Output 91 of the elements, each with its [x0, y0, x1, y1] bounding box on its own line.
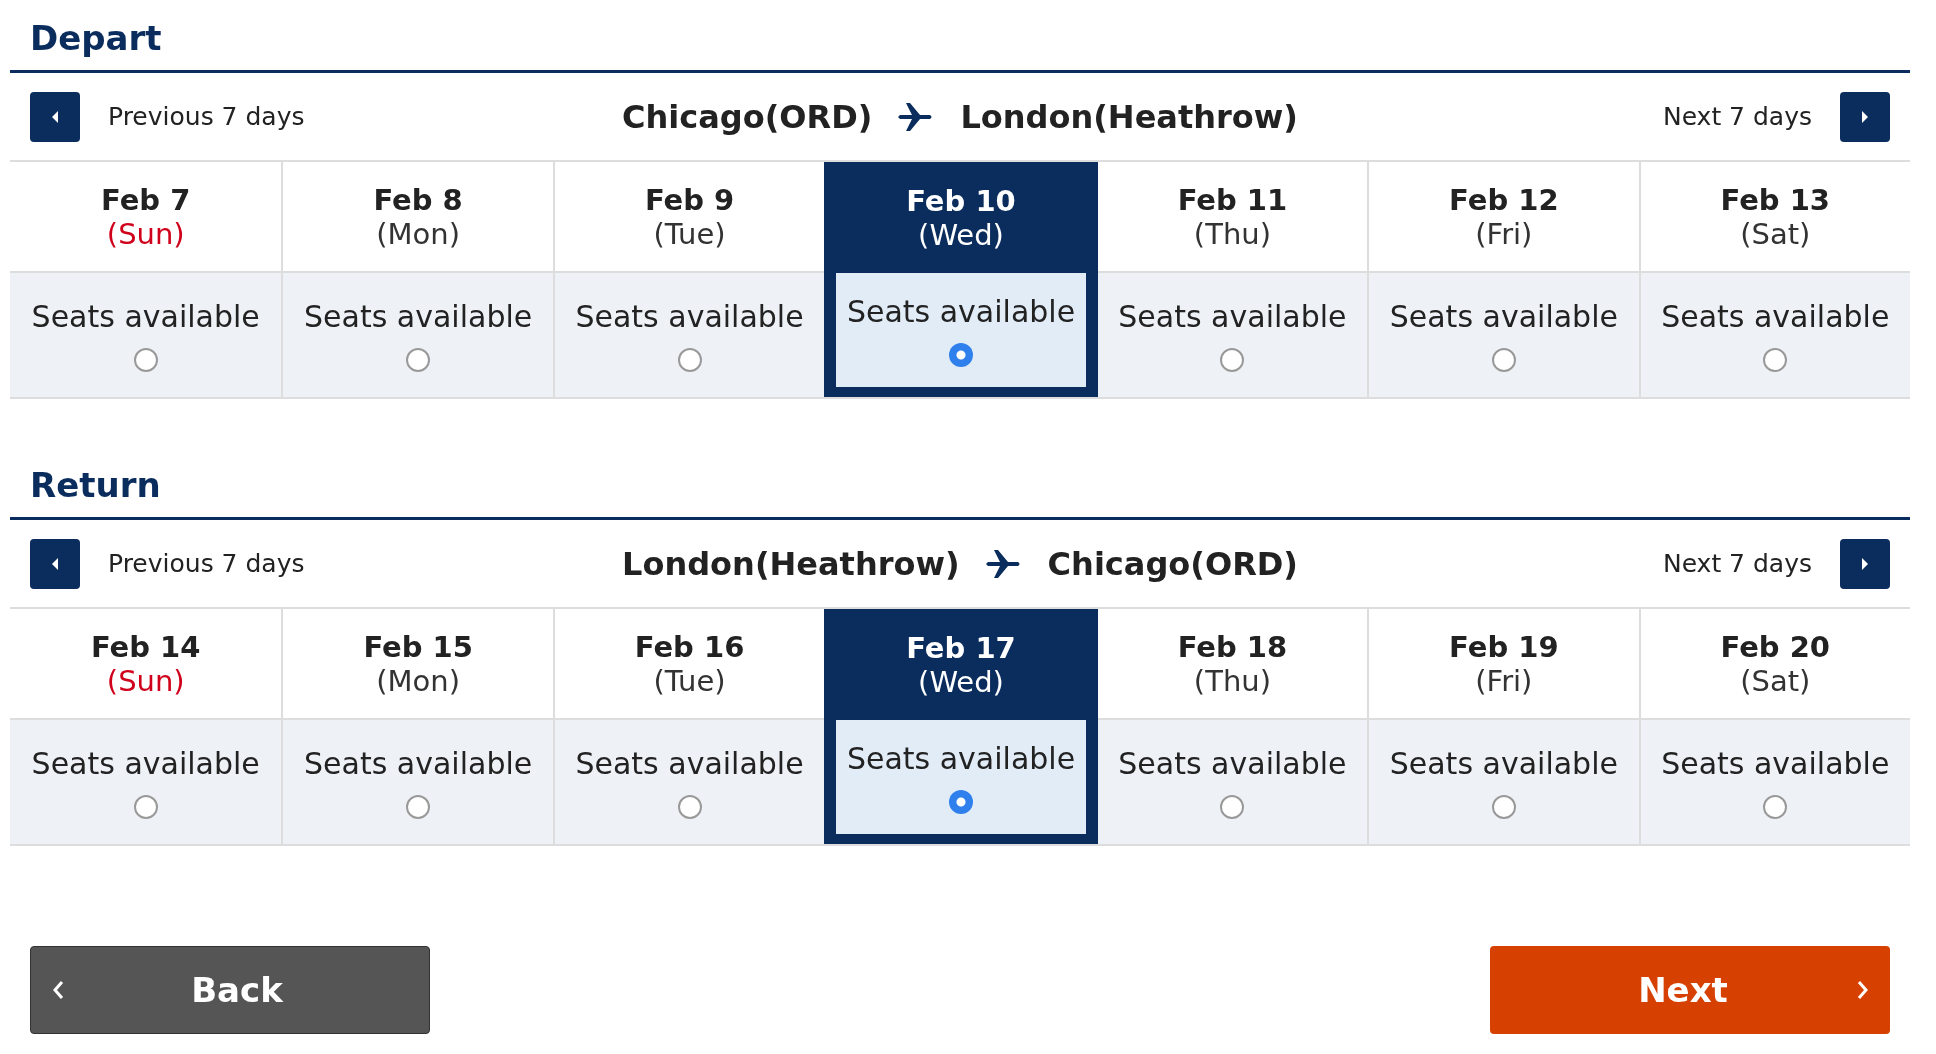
weekday-label: (Mon) [376, 663, 460, 698]
seat-option[interactable]: Seats available [283, 720, 553, 844]
seat-option[interactable]: Seats available [554, 273, 825, 397]
destination-city: London(Heathrow) [960, 97, 1298, 136]
availability-label: Seats available [304, 745, 533, 781]
seat-option[interactable]: Seats available [1097, 720, 1368, 844]
radio-button[interactable] [133, 794, 158, 819]
date-label: Feb 14 [90, 629, 201, 664]
availability-label: Seats available [575, 745, 804, 781]
seat-option[interactable]: Seats available [1640, 720, 1910, 844]
availability-label: Seats available [1661, 298, 1890, 334]
radio-button[interactable] [1220, 794, 1245, 819]
origin-city: London(Heathrow) [622, 544, 960, 583]
weekday-label: (Sat) [1740, 216, 1811, 251]
right-triangle-icon [1859, 555, 1871, 572]
next-button[interactable] [1840, 91, 1890, 142]
availability-label: Seats available [1389, 298, 1618, 334]
next-link[interactable]: Next 7 days [1662, 549, 1812, 578]
radio-button[interactable] [1220, 347, 1245, 372]
seat-option[interactable]: Seats available [283, 273, 553, 397]
weekday-label: (Thu) [1193, 663, 1271, 698]
seat-option[interactable]: Seats available [836, 720, 1086, 834]
date-label: Feb 15 [363, 629, 473, 664]
previous-button[interactable] [30, 538, 80, 589]
weekday-label: (Tue) [653, 216, 726, 251]
destination-city: Chicago(ORD) [1047, 544, 1298, 583]
radio-button[interactable] [949, 342, 973, 367]
availability-label: Seats available [1389, 745, 1618, 781]
availability-label: Seats available [1118, 298, 1347, 334]
availability-label: Seats available [846, 740, 1076, 776]
airplane-icon [985, 547, 1022, 580]
weekday-label: (Wed) [918, 664, 1004, 699]
availability-label: Seats available [31, 745, 260, 781]
radio-button[interactable] [949, 789, 973, 814]
chevron-left-icon [51, 979, 65, 1001]
back-button[interactable]: Back [30, 946, 430, 1034]
date-label: Feb 20 [1720, 629, 1831, 664]
availability-label: Seats available [846, 293, 1076, 329]
date-label: Feb 18 [1177, 629, 1288, 664]
radio-button[interactable] [1763, 794, 1788, 819]
radio-button[interactable] [1763, 347, 1788, 372]
next-link[interactable]: Next 7 days [1662, 102, 1812, 131]
weekday-label: (Tue) [653, 663, 726, 698]
availability-label: Seats available [575, 298, 804, 334]
seat-option[interactable]: Seats available [1369, 273, 1639, 397]
weekday-label: (Wed) [918, 217, 1004, 252]
radio-button[interactable] [406, 794, 431, 819]
chevron-right-icon [1856, 979, 1870, 1001]
radio-button[interactable] [133, 347, 158, 372]
date-label: Feb 10 [906, 183, 1016, 218]
radio-button[interactable] [406, 347, 431, 372]
previous-link[interactable]: Previous 7 days [108, 102, 305, 131]
previous-button[interactable] [30, 91, 80, 142]
radio-button[interactable] [677, 347, 702, 372]
radio-button[interactable] [1491, 347, 1516, 372]
seat-option[interactable]: Seats available [836, 273, 1086, 387]
weekday-label: (Sun) [106, 663, 185, 698]
date-label: Feb 11 [1177, 182, 1288, 217]
date-label: Feb 12 [1449, 182, 1559, 217]
date-label: Feb 9 [644, 182, 735, 217]
seat-option[interactable]: Seats available [1097, 273, 1368, 397]
date-label: Feb 17 [906, 630, 1016, 665]
weekday-label: (Fri) [1475, 216, 1533, 251]
date-label: Feb 19 [1449, 629, 1559, 664]
seat-option[interactable]: Seats available [10, 273, 282, 397]
date-label: Feb 13 [1720, 182, 1831, 217]
weekday-label: (Sun) [106, 216, 185, 251]
previous-link[interactable]: Previous 7 days [108, 549, 305, 578]
weekday-label: (Sat) [1740, 663, 1811, 698]
date-label: Feb 8 [373, 182, 463, 217]
radio-button[interactable] [1491, 794, 1516, 819]
availability-label: Seats available [1118, 745, 1347, 781]
radio-button[interactable] [677, 794, 702, 819]
right-triangle-icon [1859, 108, 1871, 125]
date-label: Feb 16 [634, 629, 745, 664]
seat-option[interactable]: Seats available [554, 720, 825, 844]
weekday-label: (Fri) [1475, 663, 1533, 698]
origin-city: Chicago(ORD) [622, 97, 873, 136]
date-label: Feb 7 [101, 182, 191, 217]
weekday-label: (Thu) [1193, 216, 1271, 251]
availability-label: Seats available [31, 298, 260, 334]
seat-option[interactable]: Seats available [1640, 273, 1910, 397]
seat-option[interactable]: Seats available [10, 720, 282, 844]
section-title: Depart [10, 0, 1910, 73]
weekday-label: (Mon) [376, 216, 460, 251]
section-title: Return [10, 447, 1910, 520]
next-button[interactable] [1840, 538, 1890, 589]
seat-option[interactable]: Seats available [1369, 720, 1639, 844]
next-step-button[interactable]: Next [1490, 946, 1890, 1034]
availability-label: Seats available [1661, 745, 1890, 781]
availability-label: Seats available [304, 298, 533, 334]
